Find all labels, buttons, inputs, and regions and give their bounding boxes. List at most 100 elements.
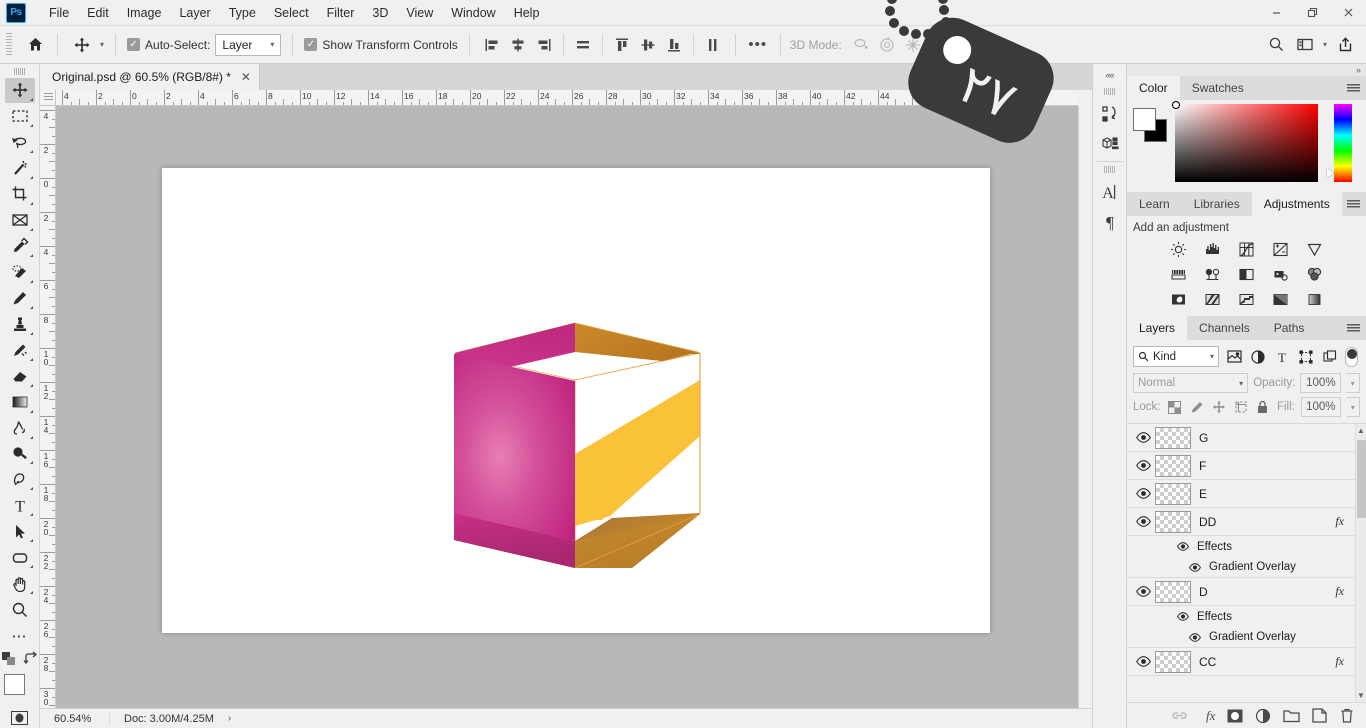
layer-visibility-icon[interactable] bbox=[1131, 488, 1155, 499]
tab-swatches[interactable]: Swatches bbox=[1179, 76, 1256, 100]
active-tool-indicator[interactable]: ▾ bbox=[67, 32, 106, 58]
document-tab[interactable]: Original.psd @ 60.5% (RGB/8#) * ✕ bbox=[40, 64, 260, 90]
layer-thumbnail[interactable] bbox=[1155, 580, 1191, 603]
distribute-horizontally-icon[interactable] bbox=[570, 32, 596, 58]
toolbar-grip[interactable] bbox=[13, 68, 26, 75]
foreground-background-colors[interactable] bbox=[3, 674, 36, 707]
frame-tool[interactable] bbox=[5, 208, 35, 233]
menu-image[interactable]: Image bbox=[118, 2, 171, 24]
menu-edit[interactable]: Edit bbox=[78, 2, 118, 24]
zoom-tool[interactable] bbox=[5, 597, 35, 622]
layer-effects-row[interactable]: Effects bbox=[1127, 606, 1366, 627]
path-selection-tool[interactable] bbox=[5, 519, 35, 544]
layer-effects-row[interactable]: Effects bbox=[1127, 536, 1366, 557]
pan-3d-icon[interactable] bbox=[900, 32, 926, 58]
zoom-camera-3d-icon[interactable] bbox=[952, 32, 978, 58]
opacity-field[interactable]: 100% bbox=[1300, 373, 1342, 393]
effect-visibility-icon[interactable] bbox=[1189, 632, 1209, 642]
close-icon[interactable]: ✕ bbox=[241, 70, 251, 84]
lock-artboard-icon[interactable] bbox=[1233, 399, 1249, 416]
dock-grip-2[interactable] bbox=[1103, 166, 1116, 173]
restore-button[interactable] bbox=[1294, 0, 1330, 26]
tab-libraries[interactable]: Libraries bbox=[1181, 192, 1252, 216]
swap-colors-icon[interactable] bbox=[22, 651, 39, 670]
document-canvas[interactable] bbox=[162, 168, 990, 633]
move-tool[interactable] bbox=[4, 77, 35, 103]
color-balance-icon[interactable] bbox=[1168, 265, 1190, 283]
rectangular-marquee-tool[interactable] bbox=[5, 104, 35, 129]
align-left-edges-icon[interactable] bbox=[479, 32, 505, 58]
layer-effect-item[interactable]: Gradient Overlay bbox=[1127, 557, 1366, 578]
exposure-icon[interactable] bbox=[1270, 240, 1292, 258]
layer-row[interactable]: DDfx▴ bbox=[1127, 508, 1366, 536]
distribute-vertically-icon[interactable] bbox=[700, 32, 726, 58]
tool-preset-chevron-icon[interactable]: ▾ bbox=[100, 40, 104, 49]
orbit-3d-icon[interactable] bbox=[848, 32, 874, 58]
effect-visibility-icon[interactable] bbox=[1189, 562, 1209, 572]
chevron-down-icon[interactable]: ▾ bbox=[1323, 40, 1327, 49]
collapse-panels-icon[interactable]: «« bbox=[1105, 70, 1114, 80]
align-top-edges-icon[interactable] bbox=[609, 32, 635, 58]
align-horizontal-centers-icon[interactable] bbox=[505, 32, 531, 58]
add-layer-mask-icon[interactable] bbox=[1226, 707, 1244, 725]
layer-visibility-icon[interactable] bbox=[1131, 460, 1155, 471]
quick-mask-icon[interactable] bbox=[11, 711, 28, 728]
show-transform-checkbox[interactable]: ✓ bbox=[304, 38, 318, 51]
scrollbar-thumb[interactable] bbox=[1357, 440, 1366, 518]
new-group-icon[interactable] bbox=[1282, 707, 1300, 725]
layer-fx-badge[interactable]: fx bbox=[1335, 514, 1352, 529]
dodge-tool[interactable] bbox=[5, 442, 35, 467]
tab-adjustments[interactable]: Adjustments bbox=[1251, 192, 1342, 216]
layer-visibility-icon[interactable] bbox=[1131, 656, 1155, 667]
search-icon[interactable] bbox=[1264, 32, 1290, 58]
blur-tool[interactable] bbox=[5, 416, 35, 441]
layer-row[interactable]: F bbox=[1127, 452, 1366, 480]
selective-color-icon[interactable] bbox=[1304, 290, 1326, 308]
hand-tool[interactable] bbox=[5, 571, 35, 596]
layer-kind-filter[interactable]: Kind ▾ bbox=[1133, 346, 1219, 367]
lock-image-pixels-icon[interactable] bbox=[1189, 399, 1205, 416]
new-layer-icon[interactable] bbox=[1310, 707, 1328, 725]
filter-enable-toggle[interactable] bbox=[1345, 346, 1358, 367]
scroll-up-arrow[interactable]: ▲ bbox=[1356, 426, 1366, 435]
layer-effect-item[interactable]: Gradient Overlay bbox=[1127, 627, 1366, 648]
tab-layers[interactable]: Layers bbox=[1127, 316, 1188, 340]
move-tool-icon[interactable] bbox=[69, 32, 95, 58]
share-icon[interactable] bbox=[1332, 32, 1358, 58]
layers-scrollbar[interactable]: ▲ ▼ bbox=[1355, 424, 1366, 702]
type-layers-filter-icon[interactable]: T bbox=[1273, 348, 1291, 366]
layers-panel-menu-icon[interactable] bbox=[1340, 316, 1366, 340]
menu-select[interactable]: Select bbox=[265, 2, 318, 24]
clone-stamp-tool[interactable] bbox=[5, 312, 35, 337]
eyedropper-tool[interactable] bbox=[5, 234, 35, 259]
levels-icon[interactable] bbox=[1202, 240, 1224, 258]
auto-select-checkbox[interactable]: ✓ bbox=[127, 38, 141, 51]
history-brush-tool[interactable] bbox=[5, 338, 35, 363]
brightness-contrast-icon[interactable] bbox=[1168, 240, 1190, 258]
lasso-tool[interactable] bbox=[5, 130, 35, 155]
fill-stepper-icon[interactable]: ▾ bbox=[1346, 397, 1361, 417]
eraser-tool[interactable] bbox=[5, 364, 35, 389]
magic-wand-tool[interactable] bbox=[5, 156, 35, 181]
layer-thumbnail[interactable] bbox=[1155, 426, 1191, 449]
color-panel-foreground-swatch[interactable] bbox=[1133, 108, 1156, 131]
tab-learn[interactable]: Learn bbox=[1127, 192, 1182, 216]
channel-mixer-icon[interactable] bbox=[1270, 265, 1292, 283]
color-panel-menu-icon[interactable] bbox=[1340, 76, 1366, 100]
lock-transparent-pixels-icon[interactable] bbox=[1167, 399, 1183, 416]
default-colors-icon[interactable] bbox=[1, 651, 17, 670]
effects-visibility-icon[interactable] bbox=[1177, 542, 1197, 551]
menu-help[interactable]: Help bbox=[505, 2, 549, 24]
minimize-button[interactable] bbox=[1258, 0, 1294, 26]
menu-layer[interactable]: Layer bbox=[170, 2, 219, 24]
menu-file[interactable]: File bbox=[40, 2, 78, 24]
link-layers-icon[interactable] bbox=[1170, 707, 1188, 725]
roll-3d-icon[interactable] bbox=[874, 32, 900, 58]
lock-all-icon[interactable] bbox=[1255, 399, 1271, 416]
crop-tool[interactable] bbox=[5, 182, 35, 207]
edit-toolbar-more[interactable]: ⋯ bbox=[5, 623, 35, 648]
lock-position-icon[interactable] bbox=[1211, 399, 1227, 416]
brush-tool[interactable] bbox=[5, 286, 35, 311]
tab-paths[interactable]: Paths bbox=[1261, 316, 1317, 340]
canvas-vertical-scrollbar[interactable] bbox=[1078, 106, 1092, 708]
